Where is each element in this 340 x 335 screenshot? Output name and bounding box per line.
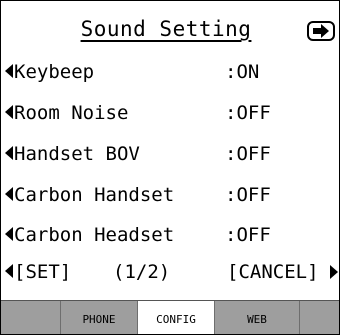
setting-row-handset-bov[interactable]: Handset BOV :OFF <box>5 139 335 169</box>
left-arrow-icon <box>5 145 13 160</box>
left-arrow-icon <box>5 226 13 241</box>
setting-label: Room Noise <box>14 102 129 124</box>
left-arrow-icon <box>5 63 13 78</box>
setting-row-carbon-handset[interactable]: Carbon Handset :OFF <box>5 180 335 210</box>
setting-value: :OFF <box>225 143 271 165</box>
left-arrow-icon[interactable] <box>5 263 13 278</box>
setting-row-carbon-headset[interactable]: Carbon Headset :OFF <box>5 220 335 250</box>
right-arrow-icon[interactable] <box>330 265 338 279</box>
action-row: [SET] (1/2) [CANCEL] <box>5 257 338 287</box>
exit-arrow-icon[interactable] <box>307 21 335 41</box>
phone-screen: Sound Setting Keybeep :ON Room Noise :OF… <box>0 0 340 335</box>
cancel-button[interactable]: [CANCEL] <box>227 257 319 287</box>
set-button[interactable]: [SET] <box>14 257 71 287</box>
page-indicator: (1/2) <box>113 261 171 283</box>
page-title: Sound Setting <box>80 17 252 41</box>
tab-empty-right[interactable] <box>300 301 339 334</box>
setting-value: :OFF <box>225 224 271 246</box>
setting-value: :OFF <box>225 184 271 206</box>
setting-label: Handset BOV <box>14 143 140 165</box>
tab-phone[interactable]: PHONE <box>61 301 138 334</box>
left-arrow-icon <box>5 186 13 201</box>
setting-label: Carbon Handset <box>14 184 175 206</box>
tab-empty-left[interactable] <box>1 301 61 334</box>
setting-value: :OFF <box>225 102 271 124</box>
setting-row-keybeep[interactable]: Keybeep :ON <box>5 57 335 87</box>
setting-row-room-noise[interactable]: Room Noise :OFF <box>5 98 335 128</box>
setting-label: Keybeep <box>14 61 95 83</box>
setting-value: :ON <box>225 61 260 83</box>
tab-bar: PHONE CONFIG WEB <box>1 300 339 334</box>
setting-label: Carbon Headset <box>14 224 175 246</box>
tab-config[interactable]: CONFIG <box>138 301 215 334</box>
tab-web[interactable]: WEB <box>215 301 300 334</box>
left-arrow-icon <box>5 104 13 119</box>
